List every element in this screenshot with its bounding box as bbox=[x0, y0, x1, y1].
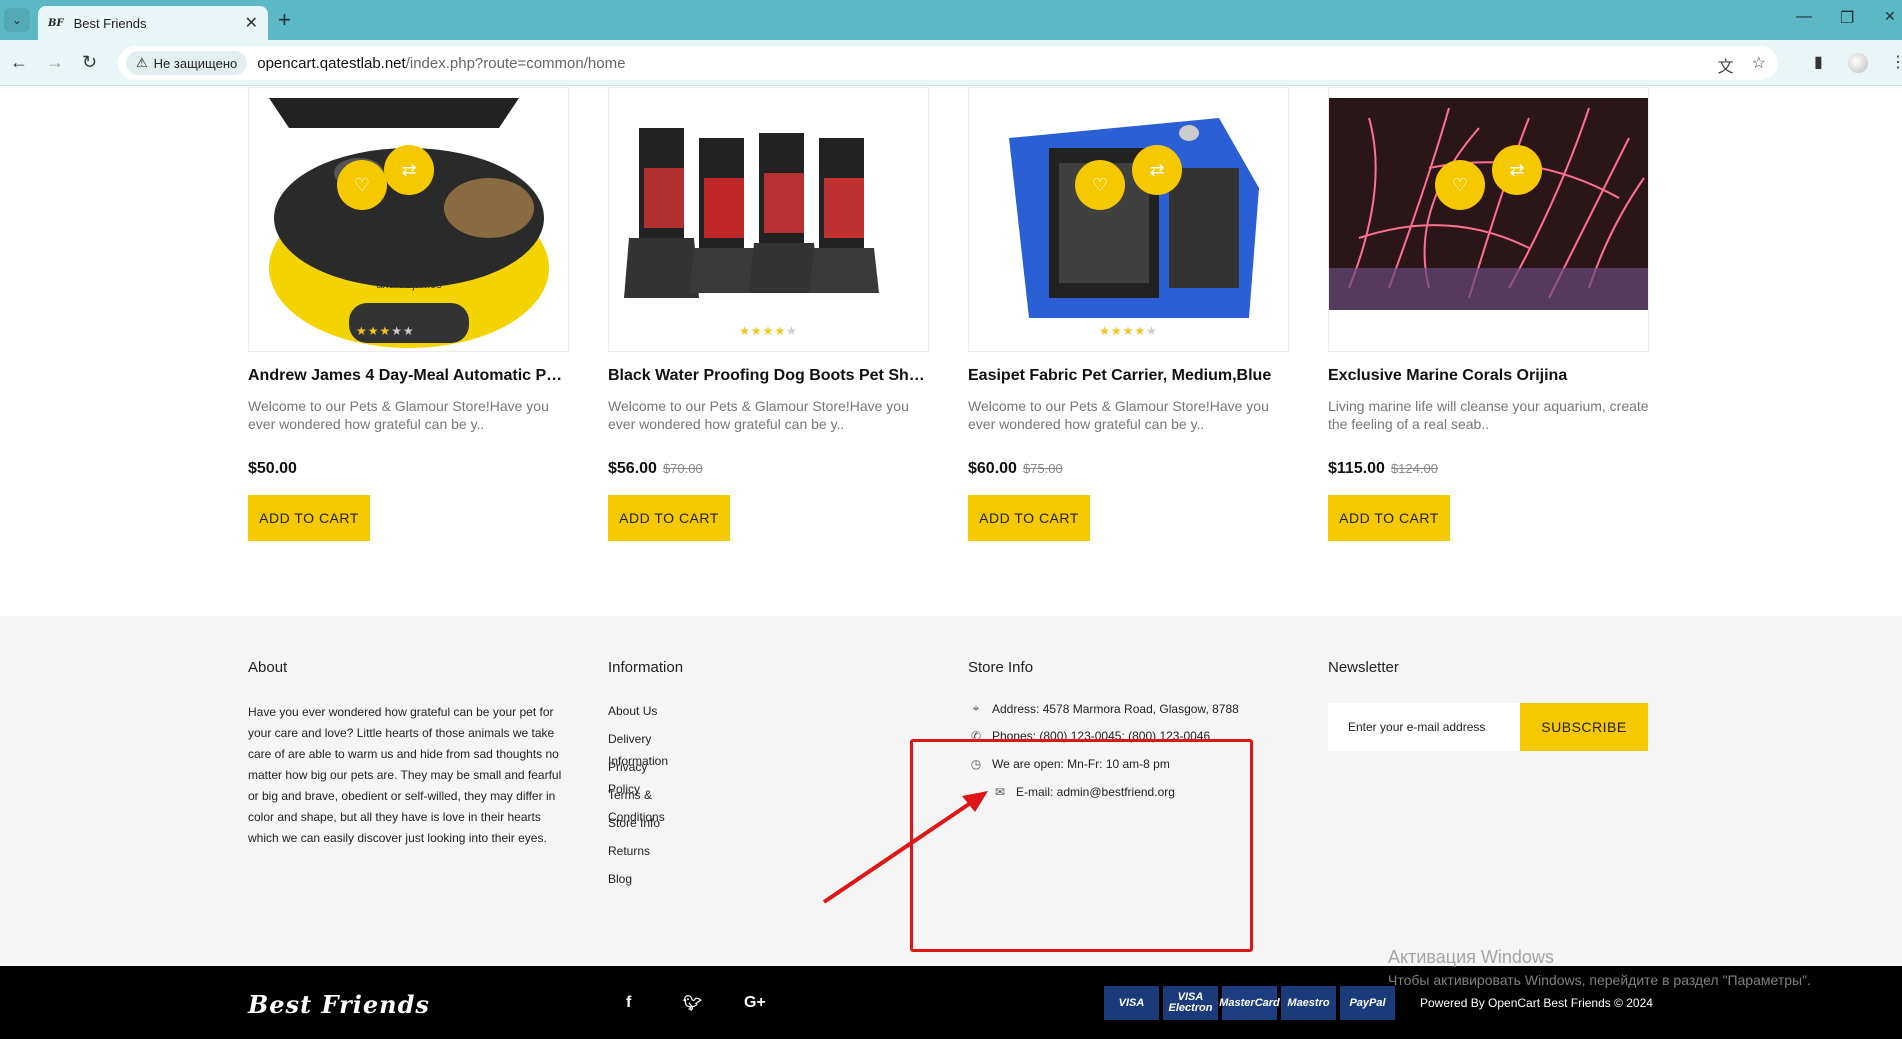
profile-avatar[interactable] bbox=[1848, 53, 1868, 73]
bookmark-star-icon[interactable]: ☆ bbox=[1752, 53, 1766, 77]
forward-icon[interactable]: → bbox=[46, 52, 64, 73]
security-label: Не защищено bbox=[153, 55, 238, 71]
product-image[interactable]: ★★★★★ bbox=[608, 87, 929, 352]
product-title[interactable]: Easipet Fabric Pet Carrier, Medium,Blue bbox=[968, 367, 1289, 385]
twitter-icon[interactable]: 🐦︎ bbox=[683, 994, 702, 1012]
old-price: $75.00 bbox=[1022, 461, 1063, 476]
product-image[interactable]: ♡ ⇄ ★★★★★ bbox=[968, 87, 1289, 352]
wishlist-button[interactable]: ♡ bbox=[337, 160, 387, 210]
rating-stars: ★★★★★ bbox=[1099, 324, 1158, 338]
product-card: ★★★★★ Black Water Proofing Dog Boots Pet… bbox=[608, 87, 929, 541]
reload-icon[interactable]: ↻ bbox=[82, 52, 97, 73]
old-price: $70.00 bbox=[662, 461, 703, 476]
paypal-card-icon: PayPal bbox=[1340, 986, 1395, 1020]
product-price: $115.00 $124.00 bbox=[1328, 460, 1438, 477]
site-footer: About Have you ever wondered how gratefu… bbox=[0, 616, 1902, 966]
page-content: andrewjames ♡ ⇄ ★★★★★ Andrew James 4 Day… bbox=[0, 87, 1902, 1039]
product-card: ♡ ⇄ Exclusive Marine Corals Orijina Livi… bbox=[1328, 87, 1649, 541]
visa-electron-card-icon: VISA Electron bbox=[1163, 986, 1218, 1020]
product-card: andrewjames ♡ ⇄ ★★★★★ Andrew James 4 Day… bbox=[248, 87, 569, 541]
new-tab-button[interactable]: + bbox=[278, 8, 291, 32]
product-image[interactable]: andrewjames ♡ ⇄ ★★★★★ bbox=[248, 87, 569, 352]
close-window-icon[interactable]: ✕ bbox=[1884, 8, 1896, 25]
url-path: /index.php?route=common/home bbox=[405, 54, 626, 72]
warning-icon: ⚠ bbox=[136, 55, 148, 70]
product-price: $60.00 $75.00 bbox=[968, 460, 1063, 477]
watermark-subtitle: Чтобы активировать Windows, перейдите в … bbox=[1388, 972, 1811, 988]
product-description: Welcome to our Pets & Glamour Store!Have… bbox=[608, 398, 909, 432]
favicon-icon: BF bbox=[48, 17, 64, 29]
side-panel-icon[interactable]: ▮ bbox=[1814, 52, 1823, 72]
url-host: opencart.qatestlab.net bbox=[257, 54, 406, 72]
browser-tab[interactable]: BF Best Friends ✕ bbox=[38, 6, 268, 40]
product-description: Living marine life will cleanse your aqu… bbox=[1328, 398, 1649, 432]
product-image[interactable]: ♡ ⇄ bbox=[1328, 87, 1649, 352]
old-price: $124.00 bbox=[1390, 461, 1438, 476]
add-to-cart-button[interactable]: ADD TO CART bbox=[968, 495, 1090, 541]
restore-icon[interactable]: ❐ bbox=[1840, 8, 1854, 28]
product-title[interactable]: Black Water Proofing Dog Boots Pet Shoes… bbox=[608, 367, 929, 385]
payment-cards: VISA VISA Electron MasterCard Maestro Pa… bbox=[1104, 986, 1395, 1020]
compare-button[interactable]: ⇄ bbox=[1132, 145, 1182, 195]
svg-text:andrewjames: andrewjames bbox=[376, 279, 442, 291]
minimize-icon[interactable]: — bbox=[1796, 8, 1812, 26]
tab-search-button[interactable]: ⌄ bbox=[4, 8, 30, 32]
watermark-title: Активация Windows bbox=[1388, 947, 1554, 967]
rating-stars: ★★★★★ bbox=[739, 324, 798, 338]
visa-card-icon: VISA bbox=[1104, 986, 1159, 1020]
translate-icon[interactable]: 文 bbox=[1718, 53, 1734, 77]
site-logo[interactable]: Best Friends bbox=[248, 990, 430, 1019]
add-to-cart-button[interactable]: ADD TO CART bbox=[608, 495, 730, 541]
compare-button[interactable]: ⇄ bbox=[1492, 145, 1542, 195]
browser-tabbar: ⌄ BF Best Friends ✕ + — ❐ ✕ bbox=[0, 0, 1902, 40]
tab-title: Best Friends bbox=[73, 15, 147, 31]
annotation-arrow bbox=[822, 791, 988, 904]
product-price: $50.00 bbox=[248, 460, 297, 477]
security-indicator[interactable]: ⚠ Не защищено bbox=[126, 51, 248, 75]
back-icon[interactable]: ← bbox=[10, 52, 28, 73]
product-description: Welcome to our Pets & Glamour Store!Have… bbox=[248, 398, 549, 432]
add-to-cart-button[interactable]: ADD TO CART bbox=[1328, 495, 1450, 541]
rating-stars: ★★★★★ bbox=[356, 324, 415, 338]
product-title[interactable]: Andrew James 4 Day-Meal Automatic Pet ..… bbox=[248, 367, 569, 385]
powered-by-text: Powered By OpenCart Best Friends © 2024 bbox=[1420, 996, 1653, 1010]
add-to-cart-button[interactable]: ADD TO CART bbox=[248, 495, 370, 541]
product-card: ♡ ⇄ ★★★★★ Easipet Fabric Pet Carrier, Me… bbox=[968, 87, 1289, 541]
browser-toolbar: ← → ↻ ⚠ Не защищено opencart.qatestlab.n… bbox=[0, 40, 1902, 86]
pet-carrier-image bbox=[1009, 118, 1259, 318]
dog-boots-image bbox=[624, 128, 879, 298]
menu-dots-icon[interactable]: ⋮ bbox=[1890, 52, 1902, 72]
product-title[interactable]: Exclusive Marine Corals Orijina bbox=[1328, 367, 1649, 385]
close-tab-icon[interactable]: ✕ bbox=[245, 13, 258, 33]
product-description: Welcome to our Pets & Glamour Store!Have… bbox=[968, 398, 1269, 432]
product-price: $56.00 $70.00 bbox=[608, 460, 703, 477]
marine-coral-image bbox=[1329, 98, 1648, 310]
address-bar[interactable]: ⚠ Не защищено opencart.qatestlab.net/ind… bbox=[118, 46, 1778, 80]
windows-activation-watermark: Активация Windows Чтобы активировать Win… bbox=[1388, 947, 1811, 988]
wishlist-button[interactable]: ♡ bbox=[1435, 160, 1485, 210]
wishlist-button[interactable]: ♡ bbox=[1075, 160, 1125, 210]
mastercard-icon: MasterCard bbox=[1219, 986, 1280, 1020]
facebook-icon[interactable]: f bbox=[626, 994, 631, 1012]
maestro-card-icon: Maestro bbox=[1281, 986, 1336, 1020]
compare-button[interactable]: ⇄ bbox=[384, 145, 434, 195]
pet-feeder-image: andrewjames bbox=[269, 98, 549, 348]
google-plus-icon[interactable]: G+ bbox=[744, 994, 766, 1012]
